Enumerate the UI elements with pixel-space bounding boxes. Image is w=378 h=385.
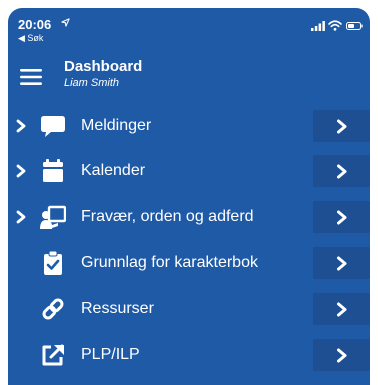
open-fravaer-button[interactable] — [313, 201, 370, 233]
menu-item-ressurser[interactable]: Ressurser — [8, 289, 370, 329]
page-title: Dashboard — [64, 58, 143, 75]
teacher-board-icon — [40, 205, 66, 229]
open-karakterbok-button[interactable] — [313, 247, 370, 279]
clipboard-check-icon — [44, 251, 62, 275]
hamburger-menu-icon[interactable] — [20, 69, 42, 85]
app-screen: 20:06 ◀ Søk Dashboard Liam Smith Melding… — [8, 8, 370, 385]
expand-chevron-icon[interactable] — [15, 164, 27, 178]
signal-icon — [311, 21, 325, 31]
open-meldinger-button[interactable] — [313, 110, 370, 142]
open-plp-ilp-button[interactable] — [313, 339, 370, 371]
menu-item-label: Meldinger — [81, 117, 152, 134]
calendar-icon — [43, 159, 63, 182]
menu-item-fravaer[interactable]: Fravær, orden og adferd — [8, 197, 370, 237]
user-name: Liam Smith — [64, 77, 120, 89]
menu-item-label: Grunnlag for karakterbok — [81, 254, 258, 271]
open-ressurser-button[interactable] — [313, 293, 370, 325]
back-to-app-link[interactable]: ◀ Søk — [18, 33, 43, 44]
chevron-right-icon — [337, 119, 347, 134]
link-icon — [42, 298, 64, 320]
status-bar: 20:06 ◀ Søk — [8, 8, 370, 48]
location-arrow-icon — [61, 18, 70, 27]
menu-item-label: Ressurser — [81, 300, 154, 317]
expand-chevron-icon[interactable] — [15, 119, 27, 133]
chat-bubble-icon — [41, 116, 65, 137]
chevron-right-icon — [337, 348, 347, 363]
expand-chevron-icon[interactable] — [15, 210, 27, 224]
status-time: 20:06 — [18, 17, 52, 32]
menu-item-meldinger[interactable]: Meldinger — [8, 106, 370, 146]
menu-item-label: Fravær, orden og adferd — [81, 208, 254, 225]
battery-icon — [346, 22, 363, 30]
menu-item-label: Kalender — [81, 162, 146, 179]
menu-item-plp-ilp[interactable]: PLP/ILP — [8, 335, 370, 375]
chevron-right-icon — [337, 164, 347, 179]
open-kalender-button[interactable] — [313, 155, 370, 187]
menu-item-kalender[interactable]: Kalender — [8, 151, 370, 191]
external-link-icon — [42, 344, 64, 366]
chevron-right-icon — [337, 210, 347, 225]
chevron-right-icon — [337, 302, 347, 317]
chevron-right-icon — [337, 256, 347, 271]
menu-item-karakterbok[interactable]: Grunnlag for karakterbok — [8, 243, 370, 283]
wifi-icon — [328, 20, 342, 31]
menu-item-label: PLP/ILP — [81, 346, 140, 363]
